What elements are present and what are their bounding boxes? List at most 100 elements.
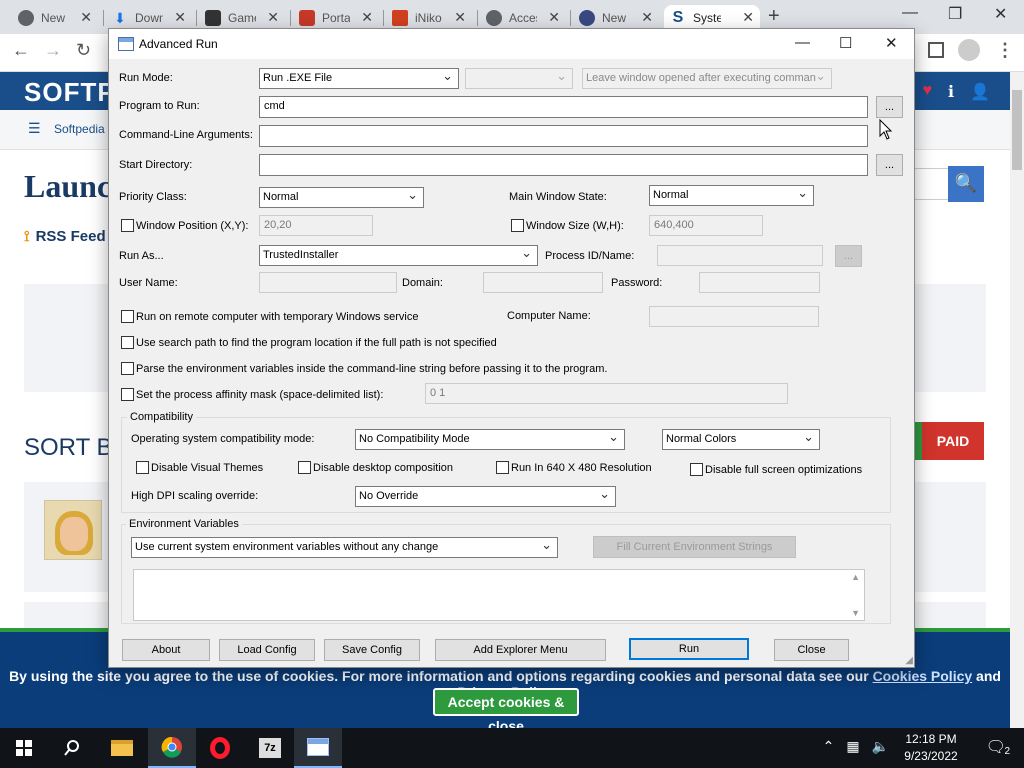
browser-tab-1[interactable]: New ✕ bbox=[12, 5, 98, 31]
affinity-mask-checkbox[interactable] bbox=[121, 388, 134, 401]
close-tab-icon[interactable]: ✕ bbox=[80, 9, 92, 26]
taskbar-search-button[interactable] bbox=[48, 728, 96, 768]
browse-directory-button[interactable]: ... bbox=[876, 154, 903, 176]
notification-icon[interactable]: 🗨 bbox=[986, 737, 1006, 757]
tab-label: Syste bbox=[693, 11, 721, 25]
more-menu-icon[interactable]: ⋮ bbox=[996, 40, 1014, 61]
use-search-path-label: Use search path to find the program loca… bbox=[136, 337, 497, 349]
cookie-text-part: and bbox=[972, 668, 1001, 684]
use-search-path-checkbox[interactable] bbox=[121, 336, 134, 349]
close-tab-icon[interactable]: ✕ bbox=[174, 9, 186, 26]
chrome-taskbar-button[interactable] bbox=[148, 728, 196, 768]
command-line-args-input[interactable] bbox=[259, 125, 868, 147]
parse-env-checkbox[interactable] bbox=[121, 362, 134, 375]
save-config-button[interactable]: Save Config bbox=[324, 639, 420, 661]
close-tab-icon[interactable]: ✕ bbox=[267, 9, 279, 26]
7zip-taskbar-button[interactable]: 7z bbox=[246, 728, 294, 768]
search-icon[interactable]: 🔍 bbox=[948, 166, 984, 202]
profile-avatar-icon[interactable] bbox=[958, 39, 980, 61]
rss-feed-link[interactable]: ⟟ RSS Feed bbox=[24, 228, 106, 245]
close-tab-icon[interactable]: ✕ bbox=[641, 9, 653, 26]
volume-icon[interactable]: 🔈 bbox=[872, 738, 889, 755]
add-explorer-menu-button[interactable]: Add Explorer Menu bbox=[435, 639, 606, 661]
browse-program-button[interactable]: ... bbox=[876, 96, 903, 118]
network-icon[interactable]: ▦ bbox=[846, 738, 859, 755]
softpedia-logo[interactable]: SOFTP bbox=[24, 77, 116, 108]
disable-visual-themes-checkbox[interactable] bbox=[136, 461, 149, 474]
run-640x480-checkbox[interactable] bbox=[496, 461, 509, 474]
priority-class-label: Priority Class: bbox=[119, 191, 187, 203]
os-compat-mode-select[interactable]: No Compatibility Mode bbox=[355, 429, 625, 450]
dialog-close-button[interactable]: ✕ bbox=[885, 34, 898, 52]
back-icon[interactable]: ← bbox=[12, 40, 30, 61]
high-dpi-override-select[interactable]: No Override bbox=[355, 486, 616, 507]
close-tab-icon[interactable]: ✕ bbox=[454, 9, 466, 26]
minimize-window-button[interactable]: — bbox=[902, 4, 918, 22]
heart-icon[interactable]: ♥ bbox=[923, 82, 933, 102]
forward-icon[interactable]: → bbox=[44, 40, 62, 61]
about-button[interactable]: About bbox=[122, 639, 210, 661]
softpedia-nav-link[interactable]: Softpedia bbox=[54, 122, 105, 136]
scroll-up-icon[interactable]: ▲ bbox=[851, 572, 860, 582]
run-mode-select[interactable]: Run .EXE File bbox=[259, 68, 459, 89]
accept-cookies-button[interactable]: Accept cookies & close bbox=[433, 688, 579, 734]
cookies-policy-link[interactable]: Cookies Policy bbox=[873, 668, 973, 684]
tab-separator bbox=[383, 10, 384, 26]
program-to-run-input[interactable]: cmd bbox=[259, 96, 868, 118]
taskbar-clock[interactable]: 12:18 PM 9/23/2022 bbox=[896, 731, 966, 765]
password-label: Password: bbox=[611, 277, 663, 289]
side-panel-icon[interactable] bbox=[928, 42, 944, 58]
scroll-down-icon[interactable]: ▼ bbox=[851, 608, 860, 618]
hamburger-menu-icon[interactable]: ☰ bbox=[28, 120, 41, 137]
run-remote-checkbox[interactable] bbox=[121, 310, 134, 323]
dialog-minimize-button[interactable]: — bbox=[795, 34, 810, 51]
paid-filter-button[interactable]: PAID bbox=[922, 422, 984, 460]
page-scrollbar-thumb[interactable] bbox=[1012, 90, 1022, 170]
start-directory-input[interactable] bbox=[259, 154, 868, 176]
window-position-checkbox[interactable] bbox=[121, 219, 134, 232]
environment-mode-select[interactable]: Use current system environment variables… bbox=[131, 537, 558, 558]
run-mode-label: Run Mode: bbox=[119, 72, 173, 84]
chrome-icon bbox=[161, 736, 182, 758]
info-icon[interactable]: ℹ bbox=[948, 82, 954, 102]
dialog-title: Advanced Run bbox=[139, 37, 218, 51]
new-tab-icon bbox=[579, 10, 595, 26]
new-tab-button[interactable]: + bbox=[768, 5, 780, 28]
chevron-up-icon[interactable]: ⌃ bbox=[823, 738, 835, 755]
process-id-input bbox=[657, 245, 823, 266]
close-button[interactable]: Close bbox=[774, 639, 849, 661]
page-scrollbar[interactable] bbox=[1010, 72, 1024, 728]
dialog-maximize-button[interactable]: ☐ bbox=[839, 34, 852, 52]
close-tab-icon[interactable]: ✕ bbox=[548, 9, 560, 26]
environment-variables-textarea[interactable]: ▲ ▼ bbox=[133, 569, 865, 621]
dialog-title-bar[interactable]: Advanced Run — ☐ ✕ bbox=[109, 29, 914, 59]
color-mode-select[interactable]: Normal Colors bbox=[662, 429, 820, 450]
disable-fullscreen-opt-checkbox[interactable] bbox=[690, 463, 703, 476]
windows-logo-icon bbox=[16, 740, 32, 756]
app-thumbnail[interactable] bbox=[44, 500, 102, 560]
close-tab-icon[interactable]: ✕ bbox=[361, 9, 373, 26]
gamepad-icon bbox=[205, 10, 221, 26]
load-config-button[interactable]: Load Config bbox=[219, 639, 315, 661]
close-tab-icon[interactable]: ✕ bbox=[742, 9, 754, 26]
resize-grip-icon[interactable]: ◢ bbox=[905, 655, 913, 666]
download-icon: ⬇ bbox=[114, 10, 126, 26]
restore-window-button[interactable]: ❐ bbox=[948, 4, 962, 24]
priority-class-select[interactable]: Normal bbox=[259, 187, 424, 208]
disable-desktop-comp-checkbox[interactable] bbox=[298, 461, 311, 474]
start-button[interactable] bbox=[0, 728, 48, 768]
user-icon[interactable]: 👤 bbox=[970, 82, 990, 102]
reload-icon[interactable]: ↻ bbox=[76, 40, 91, 61]
run-button[interactable]: Run bbox=[629, 638, 749, 660]
softpedia-icon: S bbox=[672, 9, 684, 26]
main-window-state-select[interactable]: Normal bbox=[649, 185, 814, 206]
cookie-text-part: By using the site you agree to the use o… bbox=[9, 668, 873, 684]
close-window-button[interactable]: ✕ bbox=[994, 4, 1007, 24]
file-explorer-taskbar-button[interactable] bbox=[98, 728, 146, 768]
tab-label: Game bbox=[228, 11, 256, 25]
advanced-run-taskbar-button[interactable] bbox=[294, 728, 342, 768]
opera-taskbar-button[interactable] bbox=[196, 728, 244, 768]
run-640x480-label: Run In 640 X 480 Resolution bbox=[511, 462, 652, 474]
window-size-checkbox[interactable] bbox=[511, 219, 524, 232]
run-as-select[interactable]: TrustedInstaller bbox=[259, 245, 538, 266]
